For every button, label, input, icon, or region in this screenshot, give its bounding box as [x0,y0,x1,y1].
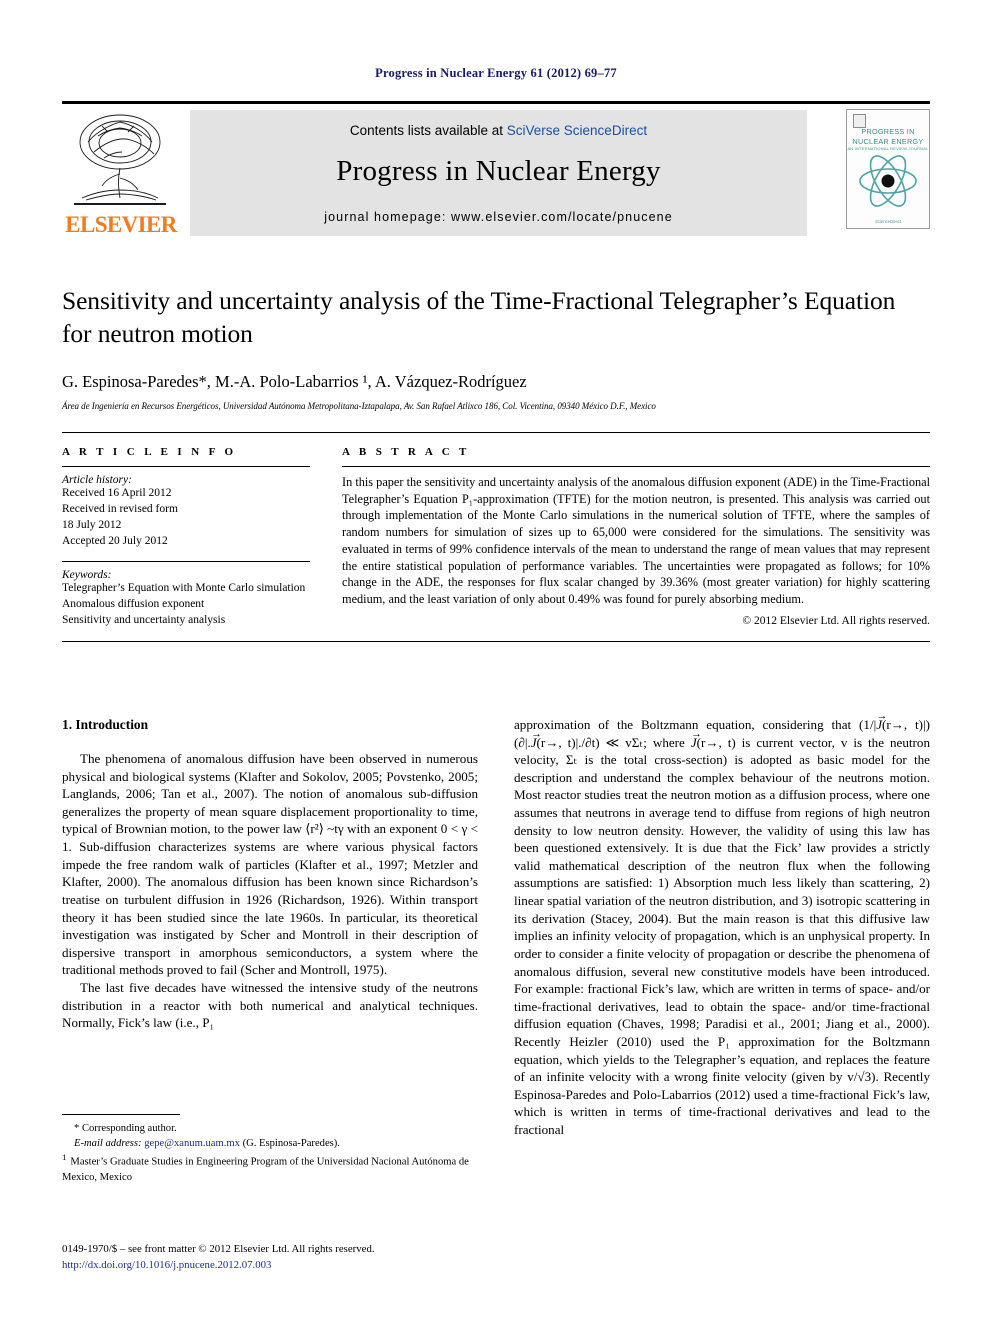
keyword-item: Anomalous diffusion exponent [62,598,205,611]
paragraph-text: The last five decades have witnessed the… [62,979,478,1031]
contents-prefix: Contents lists available at [349,123,507,138]
page-footer: 0149-1970/$ – see front matter © 2012 El… [62,1242,622,1273]
abstract-text: In this paper the sensitivity and uncert… [342,475,930,607]
paragraph-text-c: (r→, t)|./∂t) ≪ vΣₜ; where [536,734,691,750]
doi-link[interactable]: http://dx.doi.org/10.1016/j.pnucene.2012… [62,1258,622,1274]
journal-cover-thumbnail: PROGRESS IN NUCLEAR ENERGY AN INTERNATIO… [846,109,930,229]
paragraph: The phenomena of anomalous diffusion hav… [62,750,478,979]
paragraph-text: The phenomena of anomalous diffusion hav… [62,751,478,978]
cover-title-line1: PROGRESS IN [861,127,915,136]
elsevier-logo: ELSEVIER [62,112,180,236]
elsevier-tree-icon [68,112,172,208]
body-column-right: approximation of the Boltzmann equation,… [514,716,930,1139]
article-info-divider [62,466,310,467]
email-label: E-mail address: [74,1138,142,1150]
info-rule-bottom [62,641,930,642]
footnote-marker: 1 [62,1152,67,1163]
page-title: Sensitivity and uncertainty analysis of … [62,286,896,348]
author-list: G. Espinosa-Paredes*, M.-A. Polo-Labarri… [62,372,527,392]
keywords-divider [62,561,310,563]
issn-copyright-line: 0149-1970/$ – see front matter © 2012 El… [62,1243,375,1255]
section-heading-introduction: 1. Introduction [62,717,149,732]
footnote-corresponding-author: * Corresponding author. [74,1123,177,1134]
abstract-heading: A B S T R A C T [342,446,470,458]
atom-icon [856,152,920,210]
keywords-label: Keywords: [62,569,112,582]
vector-j-symbol: J [876,717,882,732]
abstract-copyright: © 2012 Elsevier Ltd. All rights reserved… [742,614,930,627]
banner-center-panel: Contents lists available at SciVerse Sci… [190,110,807,236]
footnote-note-1: 1 Master’s Graduate Studies in Engineerin… [62,1151,478,1185]
elsevier-wordmark: ELSEVIER [65,212,177,237]
abstract-section: A B S T R A C T In this paper the sensit… [342,446,930,627]
article-history-item: Received in revised form [62,502,178,515]
keyword-item: Telegrapher’s Equation with Monte Carlo … [62,582,306,595]
body-column-left: 1. Introduction The phenomena of anomalo… [62,716,478,1032]
sciencedirect-link[interactable]: SciVerse ScienceDirect [507,123,647,138]
article-info-section: A R T I C L E I N F O Article history: R… [62,446,310,629]
email-owner: (G. Espinosa-Paredes). [242,1138,340,1150]
journal-banner: ELSEVIER Contents lists available at Sci… [62,101,930,240]
keyword-item: Sensitivity and uncertainty analysis [62,614,226,627]
cover-badge-icon [853,114,866,128]
document-page: Progress in Nuclear Energy 61 (2012) 69–… [0,0,992,1323]
title-block: Sensitivity and uncertainty analysis of … [62,285,930,411]
affiliation: Área de Ingeniería en Recursos Energétic… [62,401,656,412]
article-history-item: Received 16 April 2012 [62,487,172,499]
article-info-heading: A R T I C L E I N F O [62,446,237,458]
contents-list-line: Contents lists available at SciVerse Sci… [190,123,807,138]
vector-j-symbol: J [691,735,697,750]
cover-subtitle: AN INTERNATIONAL REVIEW JOURNAL [847,146,929,151]
vector-j-symbol: J [531,735,537,750]
paragraph-text-d: (r→, t) is current vector, v is the neut… [514,734,930,1138]
cover-title-line2: NUCLEAR ENERGY [852,137,924,146]
abstract-divider [342,466,930,467]
email-link[interactable]: gepe@xanum.uam.mx [144,1138,240,1149]
footnote-note-1-text: Master’s Graduate Studies in Engineering… [62,1156,469,1183]
running-head: Progress in Nuclear Energy 61 (2012) 69–… [375,66,617,80]
article-history-item: 18 July 2012 [62,518,122,531]
paragraph: The last five decades have witnessed the… [62,979,478,1032]
cover-footer-text: ScienceDirect [875,219,901,224]
footnote-rule [62,1114,180,1115]
journal-homepage[interactable]: journal homepage: www.elsevier.com/locat… [190,210,807,224]
article-history-item: Accepted 20 July 2012 [62,534,168,547]
journal-name: Progress in Nuclear Energy [336,155,661,187]
info-rule-top [62,432,930,433]
paragraph: approximation of the Boltzmann equation,… [514,716,930,1139]
footnote-email: E-mail address: gepe@xanum.uam.mx (G. Es… [62,1136,478,1151]
footnotes: * Corresponding author. E-mail address: … [62,1114,478,1185]
article-history-label: Article history: [62,474,132,486]
